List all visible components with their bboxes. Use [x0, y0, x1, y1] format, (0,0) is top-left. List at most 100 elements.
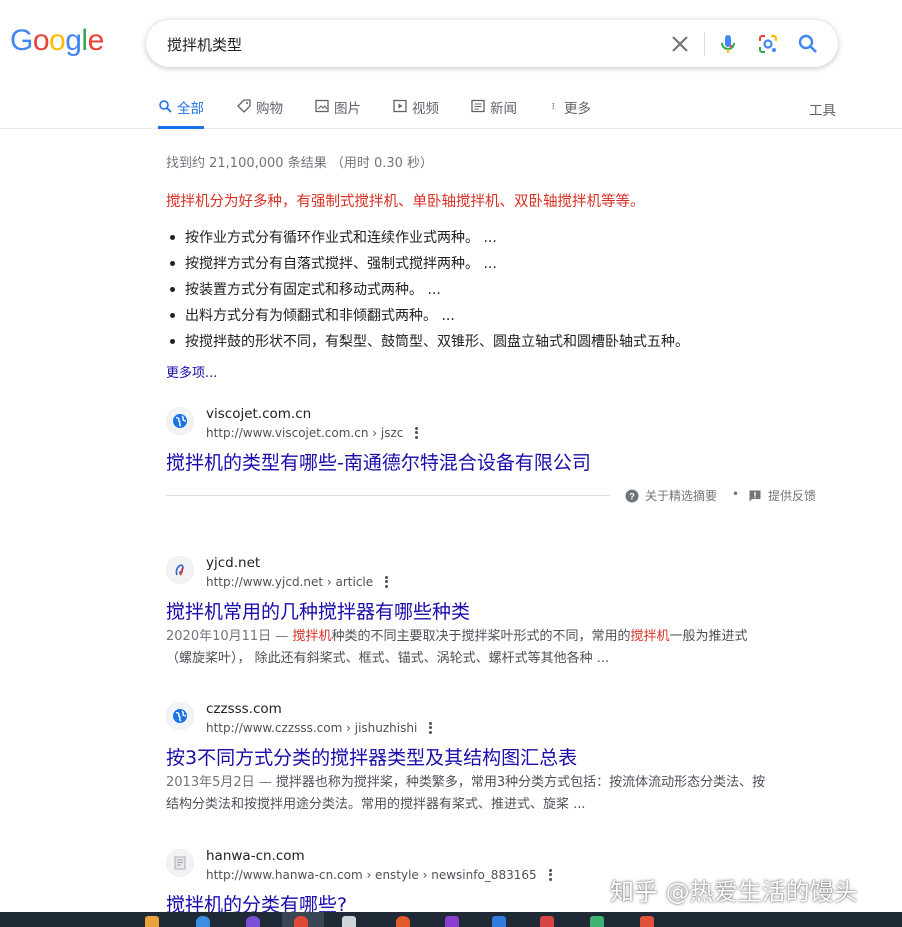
tab-label: 购物 — [256, 101, 283, 117]
more-options-icon[interactable] — [385, 574, 389, 589]
globe-icon — [173, 414, 187, 428]
result-snippet: 2020年10月11日 — 搅拌机种类的不同主要取决于搅拌桨叶形式的不同，常用的… — [166, 626, 766, 670]
svg-text:?: ? — [629, 491, 635, 501]
search-divider — [704, 32, 705, 56]
tab-label: 新闻 — [490, 101, 517, 117]
list-item: 按作业方式分有循环作业式和连续作业式两种。 ... — [170, 224, 689, 250]
site-url-text: http://www.hanwa-cn.com › enstyle › news… — [206, 867, 537, 882]
app-icon[interactable] — [590, 916, 604, 927]
globe-icon — [173, 709, 187, 723]
site-favicon[interactable] — [166, 556, 194, 584]
list-item: 按搅拌方式分有自落式搅拌、强制式搅拌两种。 ... — [170, 250, 689, 276]
tab-all[interactable]: 全部 — [158, 97, 204, 129]
more-vert-icon — [552, 102, 555, 110]
more-options-icon[interactable] — [429, 720, 433, 735]
about-featured-snippets-link[interactable]: ? 关于精选摘要 — [625, 487, 717, 504]
site-name[interactable]: hanwa-cn.com — [206, 848, 305, 864]
list-item: 按装置方式分有固定式和移动式两种。 ... — [170, 276, 689, 302]
tab-images[interactable]: 图片 — [315, 97, 361, 129]
separator: • — [732, 487, 740, 501]
bullet-icon — [170, 286, 175, 292]
site-favicon[interactable] — [166, 702, 194, 730]
site-url[interactable]: http://www.yjcd.net › article — [206, 574, 389, 589]
featured-snippet-list: 按作业方式分有循环作业式和连续作业式两种。 ... 按搅拌方式分有自落式搅拌、强… — [170, 224, 689, 354]
tab-news[interactable]: 新闻 — [471, 97, 517, 129]
folder-icon[interactable] — [145, 916, 159, 927]
result-title-link[interactable]: 按3不同方式分类的搅拌器类型及其结构图汇总表 — [166, 743, 577, 770]
tab-label: 视频 — [412, 101, 439, 117]
search-icon[interactable] — [796, 32, 820, 56]
result-title-link[interactable]: 搅拌机的类型有哪些-南通德尔特混合设备有限公司 — [166, 448, 591, 475]
result-snippet: 2013年5月2日 — 搅拌器也称为搅拌桨，种类繁多，常用3种分类方式包括：按流… — [166, 772, 766, 816]
site-url[interactable]: http://www.viscojet.com.cn › jszc — [206, 425, 419, 440]
yjcd-logo-icon — [175, 564, 184, 576]
lens-camera-icon[interactable] — [756, 32, 780, 56]
site-favicon[interactable] — [166, 849, 194, 877]
help-icon: ? — [625, 489, 639, 502]
tab-more[interactable]: 更多 — [551, 97, 591, 129]
site-name[interactable]: yjcd.net — [206, 555, 260, 571]
result-date: 2020年10月11日 — — [166, 629, 289, 644]
image-icon — [315, 99, 329, 113]
list-item: 出料方式分有为倾翻式和非倾翻式两种。 ... — [170, 302, 689, 328]
list-item-text: 按装置方式分有固定式和移动式两种。 ... — [185, 282, 441, 298]
google-logo[interactable]: Google — [10, 24, 104, 58]
list-item-text: 按作业方式分有循环作业式和连续作业式两种。 ... — [185, 230, 497, 246]
site-url-text: http://www.czzsss.com › jishuzhishi — [206, 720, 418, 735]
search-icon — [159, 100, 172, 113]
microphone-icon[interactable] — [716, 32, 740, 56]
featured-snippet-headline: 搅拌机分为好多种，有强制式搅拌机、单卧轴搅拌机、双卧轴搅拌机等等。 — [166, 194, 645, 210]
more-options-icon[interactable] — [548, 867, 553, 882]
feedback-link[interactable]: 提供反馈 — [748, 487, 816, 504]
about-label: 关于精选摘要 — [645, 489, 718, 503]
site-name[interactable]: viscojet.com.cn — [206, 406, 311, 422]
list-item-text: 按搅拌鼓的形状不同，有梨型、鼓筒型、双锥形、圆盘立轴式和圆槽卧轴式五种。 — [185, 334, 689, 350]
site-favicon[interactable] — [166, 407, 194, 435]
bullet-icon — [170, 260, 175, 266]
browser-icon[interactable] — [196, 916, 210, 927]
play-icon — [393, 99, 407, 113]
search-box[interactable]: 搅拌机类型 — [146, 20, 838, 67]
logo-letter: o — [49, 24, 66, 57]
notepad-icon[interactable] — [342, 916, 356, 927]
app-icon[interactable] — [640, 916, 654, 927]
app-icon[interactable] — [540, 916, 554, 927]
tools-button[interactable]: 工具 — [809, 99, 836, 119]
logo-letter: o — [32, 24, 50, 57]
highlighted-term: 搅拌机 — [630, 629, 670, 644]
feedback-label: 提供反馈 — [768, 489, 817, 503]
tab-label: 全部 — [177, 101, 204, 117]
bullet-icon — [170, 312, 175, 318]
zhihu-watermark: 知乎 @热爱生活的馒头 — [610, 878, 858, 906]
clear-icon[interactable] — [668, 32, 692, 56]
highlighted-term: 搅拌机 — [292, 629, 332, 644]
app-icon[interactable] — [492, 916, 506, 927]
bullet-icon — [170, 338, 175, 344]
tag-icon — [237, 99, 251, 113]
result-title-link[interactable]: 搅拌机常用的几种搅拌器有哪些种类 — [166, 597, 470, 624]
snippet-text: 种类的不同主要取决于搅拌桨叶形式的不同，常用的 — [331, 629, 631, 644]
site-url-text: http://www.viscojet.com.cn › jszc — [206, 425, 404, 440]
site-name[interactable]: czzsss.com — [206, 701, 282, 717]
document-icon — [174, 856, 186, 870]
more-options-icon[interactable] — [415, 425, 419, 440]
search-input[interactable]: 搅拌机类型 — [167, 34, 242, 55]
more-items-link[interactable]: 更多项... — [166, 362, 217, 381]
list-item-text: 出料方式分有为倾翻式和非倾翻式两种。 ... — [185, 308, 455, 324]
tab-label: 图片 — [334, 101, 361, 117]
app-icon[interactable] — [246, 916, 260, 927]
result-stats: 找到约 21,100,000 条结果 （用时 0.30 秒） — [166, 156, 434, 171]
logo-letter: e — [87, 24, 105, 57]
featured-snippet-footer: ? 关于精选摘要 • 提供反馈 — [166, 487, 818, 505]
app-icon[interactable] — [396, 916, 410, 927]
news-icon — [471, 99, 485, 113]
site-url[interactable]: http://www.hanwa-cn.com › enstyle › news… — [206, 867, 553, 882]
tab-shopping[interactable]: 购物 — [237, 97, 283, 129]
logo-letter: G — [10, 24, 33, 57]
divider — [166, 495, 610, 496]
site-url[interactable]: http://www.czzsss.com › jishuzhishi — [206, 720, 433, 735]
tab-videos[interactable]: 视频 — [393, 97, 439, 129]
app-icon[interactable] — [445, 916, 459, 927]
tab-label: 更多 — [564, 101, 591, 117]
chrome-icon[interactable] — [294, 916, 308, 927]
